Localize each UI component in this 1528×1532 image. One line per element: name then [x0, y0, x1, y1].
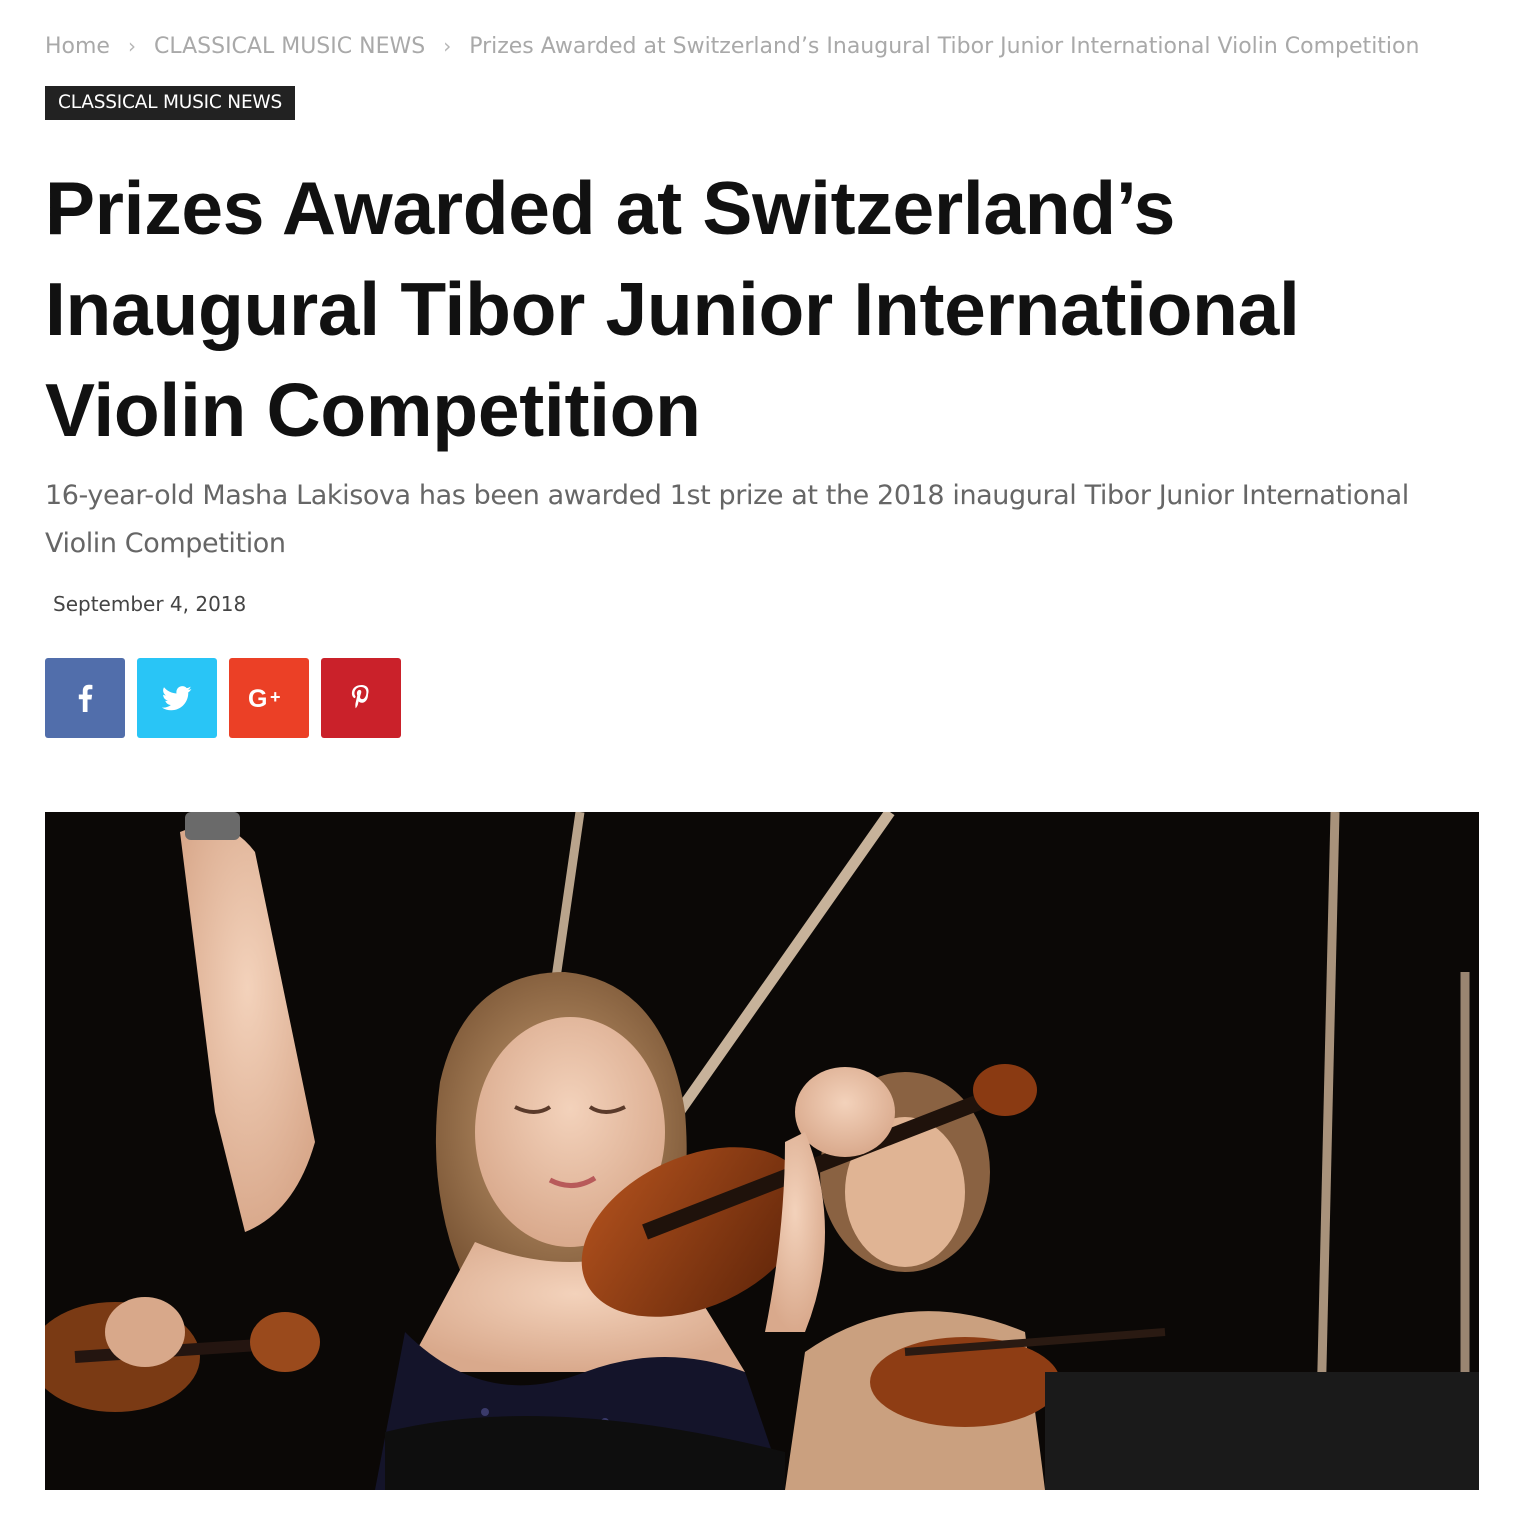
google-plus-icon: G + [248, 685, 281, 711]
breadcrumb-home-link[interactable]: Home [45, 34, 110, 59]
violinist-photo [45, 812, 1479, 1490]
publish-date: September 4, 2018 [53, 592, 247, 616]
svg-text:G: G [248, 685, 267, 711]
facebook-share-button[interactable] [45, 658, 125, 738]
share-buttons: G + [45, 658, 401, 738]
twitter-icon [162, 685, 192, 710]
google-plus-share-button[interactable]: G + [229, 658, 309, 738]
breadcrumb: Home › CLASSICAL MUSIC NEWS › Prizes Awa… [45, 30, 1419, 62]
breadcrumb-current-page: Prizes Awarded at Switzerland’s Inaugura… [469, 33, 1420, 59]
breadcrumb-separator: › [443, 34, 452, 58]
article-subtitle: 16-year-old Masha Lakisova has been awar… [45, 480, 1409, 559]
pinterest-share-button[interactable] [321, 658, 401, 738]
breadcrumb-separator: › [127, 34, 136, 58]
category-tag[interactable]: CLASSICAL MUSIC NEWS [45, 86, 296, 120]
svg-text:+: + [270, 687, 281, 707]
article-title: Prizes Awarded at Switzerland’s Inaugura… [45, 166, 1300, 452]
twitter-share-button[interactable] [137, 658, 217, 738]
facebook-icon [78, 684, 93, 712]
pinterest-icon [351, 685, 369, 709]
hero-image [45, 812, 1479, 1490]
breadcrumb-category-link[interactable]: CLASSICAL MUSIC NEWS [154, 34, 425, 59]
